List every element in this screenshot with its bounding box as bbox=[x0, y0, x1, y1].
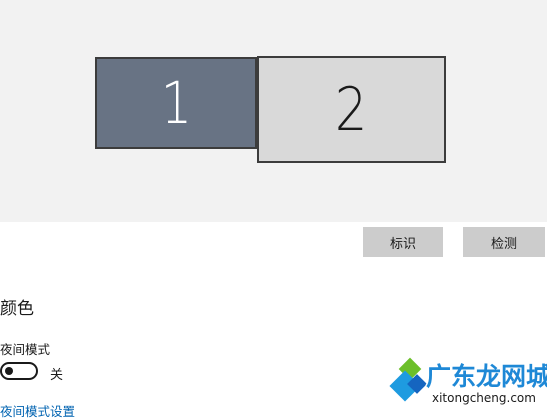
color-section-title: 颜色 bbox=[0, 299, 34, 319]
watermark-url: xitongcheng.com bbox=[432, 391, 536, 405]
night-light-state: 关 bbox=[50, 368, 64, 383]
identify-button[interactable]: 标识 bbox=[363, 227, 443, 257]
night-light-settings-link[interactable]: 夜间模式设置 bbox=[0, 401, 75, 420]
night-light-toggle[interactable] bbox=[0, 362, 38, 380]
monitor-1[interactable]: 1 bbox=[95, 57, 257, 149]
monitor-1-number: 1 bbox=[160, 69, 192, 137]
watermark-brand: 广东龙网城 bbox=[426, 362, 547, 391]
monitor-2-number: 2 bbox=[335, 74, 368, 145]
night-light-label: 夜间模式 bbox=[0, 342, 51, 357]
display-arrangement-area: 2 1 bbox=[0, 0, 547, 222]
detect-button[interactable]: 检测 bbox=[463, 227, 545, 257]
monitor-2[interactable]: 2 bbox=[257, 56, 446, 163]
watermark-logo: 广东龙网城 xitongcheng.com bbox=[388, 355, 547, 411]
toggle-knob bbox=[5, 367, 13, 375]
